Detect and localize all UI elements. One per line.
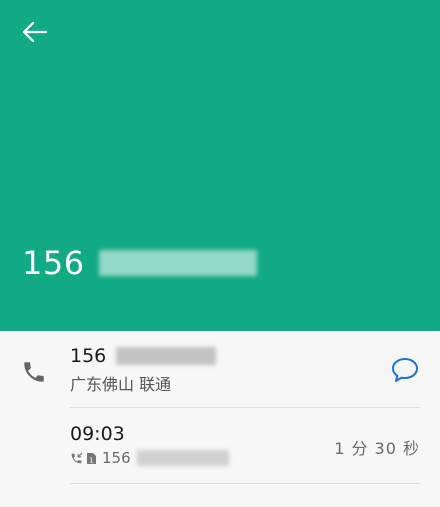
contact-number-row[interactable]: 156 广东佛山 联通: [70, 345, 420, 407]
message-bubble-icon: [392, 358, 418, 382]
back-button[interactable]: [20, 18, 50, 48]
contact-details: 156 广东佛山 联通 09:03 1 156 1 分 30 秒: [0, 331, 440, 507]
call-log-entry[interactable]: 09:03 1 156 1 分 30 秒: [70, 423, 420, 475]
contact-header: 156: [0, 0, 440, 331]
divider: [70, 483, 420, 484]
svg-text:1: 1: [89, 456, 93, 464]
number-location: 广东佛山 联通: [70, 375, 172, 394]
header-number-text: 156: [22, 244, 85, 282]
call-log-number-text: 156: [102, 449, 131, 467]
incoming-call-icon: [71, 452, 83, 463]
redacted-number-blur: [136, 450, 229, 466]
phone-icon: [24, 362, 44, 382]
redacted-number-blur: [116, 347, 217, 365]
redacted-number-blur: [98, 250, 257, 276]
message-button[interactable]: [391, 357, 419, 383]
call-duration: 1 分 30 秒: [334, 439, 420, 458]
arrow-left-icon: [22, 21, 48, 43]
contact-number-text: 156: [70, 345, 107, 367]
header-phone-number: 156: [22, 244, 257, 282]
divider: [70, 407, 420, 408]
sim-1-icon: 1: [87, 452, 96, 464]
